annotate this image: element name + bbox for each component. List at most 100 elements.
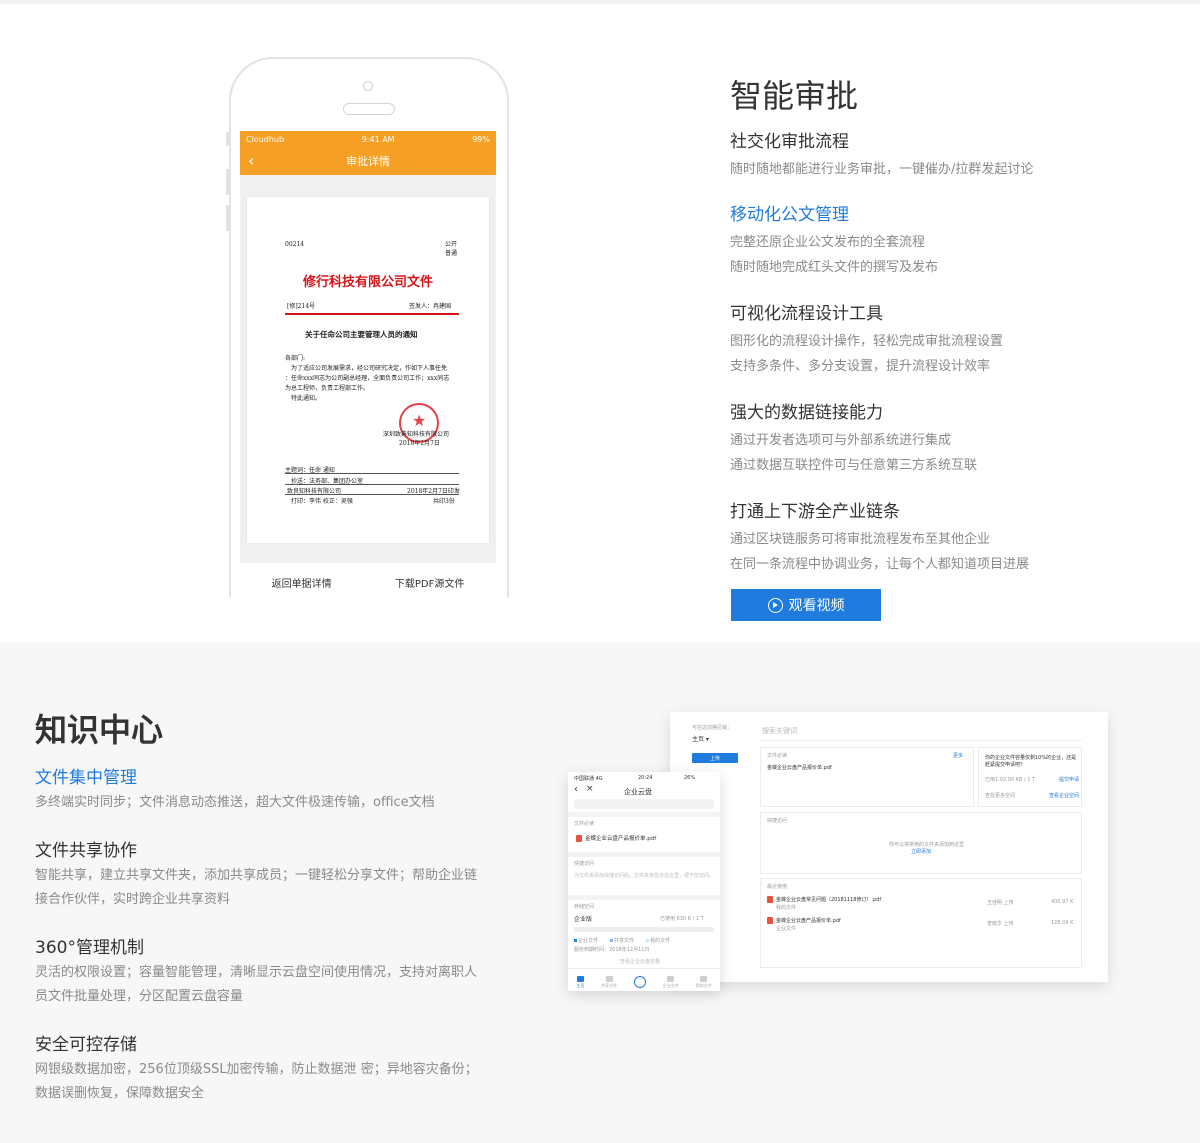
recent-file-size: 400.97 K: [1051, 899, 1074, 905]
feature-heading: 360°管理机制: [35, 938, 144, 958]
feature-heading: 社交化审批流程: [730, 132, 849, 152]
quick-add-link[interactable]: 立即添加: [911, 848, 931, 855]
phone-nav-bar: ‹ 审批详情: [240, 147, 496, 175]
download-pdf-button[interactable]: 下载PDF源文件: [395, 575, 464, 590]
feature-heading: 安全可控存储: [35, 1035, 137, 1055]
mobile-battery: 26%: [684, 775, 696, 781]
feature-heading: 可视化流程设计工具: [730, 304, 883, 324]
more-link[interactable]: 更多: [953, 752, 963, 759]
close-icon[interactable]: ×: [586, 784, 594, 794]
section-gap: [568, 852, 720, 857]
cloud-upload-icon: [633, 976, 646, 988]
back-to-detail-button[interactable]: 返回单据详情: [272, 575, 332, 590]
mobile-must-see-file[interactable]: 金蝶企业云盘产品报价单.pdf: [576, 834, 656, 842]
upload-button[interactable]: 上传: [692, 753, 738, 763]
search-input[interactable]: 搜索关键词: [762, 726, 797, 736]
recent-file-name[interactable]: 金蝶企业云盘常见问题（20181118修订）.pdf: [767, 896, 881, 903]
tab-enterprise[interactable]: 企业文件: [663, 976, 679, 989]
doc-copies: 共印3份: [433, 498, 455, 505]
doc-body-line: 特此通知。: [291, 395, 322, 402]
time-label: 9:41 AM: [361, 134, 395, 144]
recent-file-name[interactable]: 金蝶企业云盘产品报价单.pdf: [767, 917, 841, 924]
feature-desc: 通过开发者选项可与外部系统进行集成: [730, 433, 952, 448]
doc-divider: [285, 484, 459, 485]
official-document: 00214 公开 普通 修行科技有限公司文件 [修]214号 签发人：冉建国 关…: [247, 197, 489, 543]
section-gap: [568, 812, 720, 817]
tab-upload[interactable]: [633, 976, 646, 989]
quick-access-card: 快捷访问 你可以将常用的文件夹添加到这里 立即添加: [760, 812, 1082, 874]
approval-title: 智能审批: [730, 77, 859, 115]
divider: [760, 740, 1082, 741]
feature-desc: 完整还原企业公文发布的全套流程: [730, 235, 926, 250]
mobile-search-input[interactable]: [574, 799, 714, 809]
watch-video-button[interactable]: 观看视频: [731, 589, 881, 621]
knowledge-title: 知识中心: [35, 711, 164, 749]
phone-side-button: [226, 205, 229, 231]
doc-body-line: 为总工程师，负责工程部工作。: [285, 385, 370, 392]
must-see-file[interactable]: 金蝶企业云盘产品报价单.pdf: [767, 764, 832, 771]
doc-print: 打印：李伟 校正：吴强: [291, 498, 353, 505]
shared-icon: [605, 976, 613, 982]
doc-greeting: 各部门:: [285, 355, 306, 362]
doc-ref: [修]214号: [287, 303, 316, 310]
doc-red-divider: [285, 313, 459, 315]
mobile-time: 20:24: [638, 775, 653, 781]
mobile-used: 已使用 630 K / 1 T: [660, 916, 704, 922]
back-arrow-icon[interactable]: ‹: [248, 153, 254, 169]
doc-sign-date: 2018年2月7日: [399, 440, 440, 447]
recent-label: 最近使用: [767, 884, 788, 890]
desktop-cloud-mockup: 可在这切换区域： 主页 ▾ 上传 搜索关键词 文件必读 更多 金蝶企业云盘产品报…: [670, 712, 1108, 982]
tab-mine[interactable]: 我的文件: [696, 976, 712, 989]
mobile-storage-label: 存储空间: [574, 904, 595, 910]
legend-shared: 共享文件: [610, 937, 634, 944]
must-see-card: 文件必读 更多 金蝶企业云盘产品报价单.pdf: [760, 747, 974, 807]
notice-card: 你的企业文件容量仅剩10%的企业，还是赶紧提交申请吧？ 已用1.02.00 KB…: [978, 747, 1082, 807]
doc-body-line: 为了适应公司发展需求，经公司研究决定，作如下人事任免: [291, 365, 448, 372]
area-select[interactable]: 主页 ▾: [692, 734, 709, 743]
quick-access-label: 快捷访问: [767, 818, 788, 824]
phone-screen: Cloudhub 9:41 AM 99% ‹ 审批详情 00214 公开 普通 …: [240, 131, 496, 597]
mobile-quick-empty: 为文件夹添加快捷访问后，文件夹将显示在这里，便于您访问。: [574, 873, 715, 879]
watch-video-label: 观看视频: [788, 597, 845, 613]
mobile-expire: 服务到期时间：2018年12月11日: [574, 947, 650, 953]
phone-mockup: Cloudhub 9:41 AM 99% ‹ 审批详情 00214 公开 普通 …: [229, 57, 509, 597]
recent-card: 最近使用 金蝶企业云盘常见问题（20181118修订）.pdf 我的文件 王佳明…: [760, 878, 1082, 968]
knowledge-section: 知识中心 文件集中管理 多终端实时同步；文件消息动态推送，超大文件极速传输，of…: [0, 643, 1200, 1143]
speaker-icon: [343, 103, 395, 115]
feature-desc: 随时随地都能进行业务审批，一键催办/拉群发起讨论: [730, 162, 1034, 177]
upload-label: 上传: [709, 755, 720, 762]
legend-mine: 我的文件: [646, 937, 670, 944]
mine-icon: [700, 976, 708, 982]
feature-heading-active[interactable]: 移动化公文管理: [730, 200, 849, 225]
carrier-label: Cloudhub: [246, 134, 285, 144]
phone-status-bar: Cloudhub 9:41 AM 99%: [240, 131, 496, 147]
doc-divider: [285, 473, 459, 474]
feature-heading: 强大的数据链接能力: [730, 403, 883, 423]
notice-usage: 已用1.02.00 KB / 1 T: [985, 777, 1036, 783]
doc-normal-label: 普通: [445, 250, 458, 257]
space-link[interactable]: 查看企业空间: [1049, 792, 1079, 799]
apply-link[interactable]: 提交申请: [1059, 776, 1079, 783]
must-see-label: 文件必读: [767, 753, 788, 759]
nav-title: 审批详情: [346, 155, 390, 168]
view-space-link[interactable]: 查看企业云盘容量: [620, 958, 660, 965]
tab-home[interactable]: 主页: [576, 976, 584, 989]
pdf-icon: [767, 896, 773, 903]
mobile-quick-label: 快捷访问: [574, 861, 595, 867]
feature-desc: 图形化的流程设计操作，轻松完成审批流程设置: [730, 334, 1004, 349]
feature-heading: 打通上下游全产业链条: [730, 502, 900, 522]
mobile-tab-bar: 主页 共享文件 企业文件 我的文件: [568, 968, 720, 991]
battery-label: 99%: [472, 134, 490, 144]
doc-sign-company: 深圳致典知科技有限公司: [383, 431, 450, 438]
phone-side-button: [226, 169, 229, 195]
doc-public-label: 公开: [445, 241, 458, 248]
back-icon[interactable]: ‹: [574, 784, 578, 795]
feature-heading: 文件共享协作: [35, 841, 137, 861]
feature-heading-active[interactable]: 文件集中管理: [35, 763, 137, 788]
camera-icon: [363, 81, 373, 91]
mobile-carrier: 中国联通 4G: [574, 776, 603, 782]
doc-signer: 签发人：冉建国: [409, 303, 452, 310]
doc-company-title: 修行科技有限公司文件: [302, 275, 433, 290]
recent-file-owner: 李晓华 上传: [987, 921, 1014, 927]
tab-shared[interactable]: 共享文件: [601, 976, 617, 989]
